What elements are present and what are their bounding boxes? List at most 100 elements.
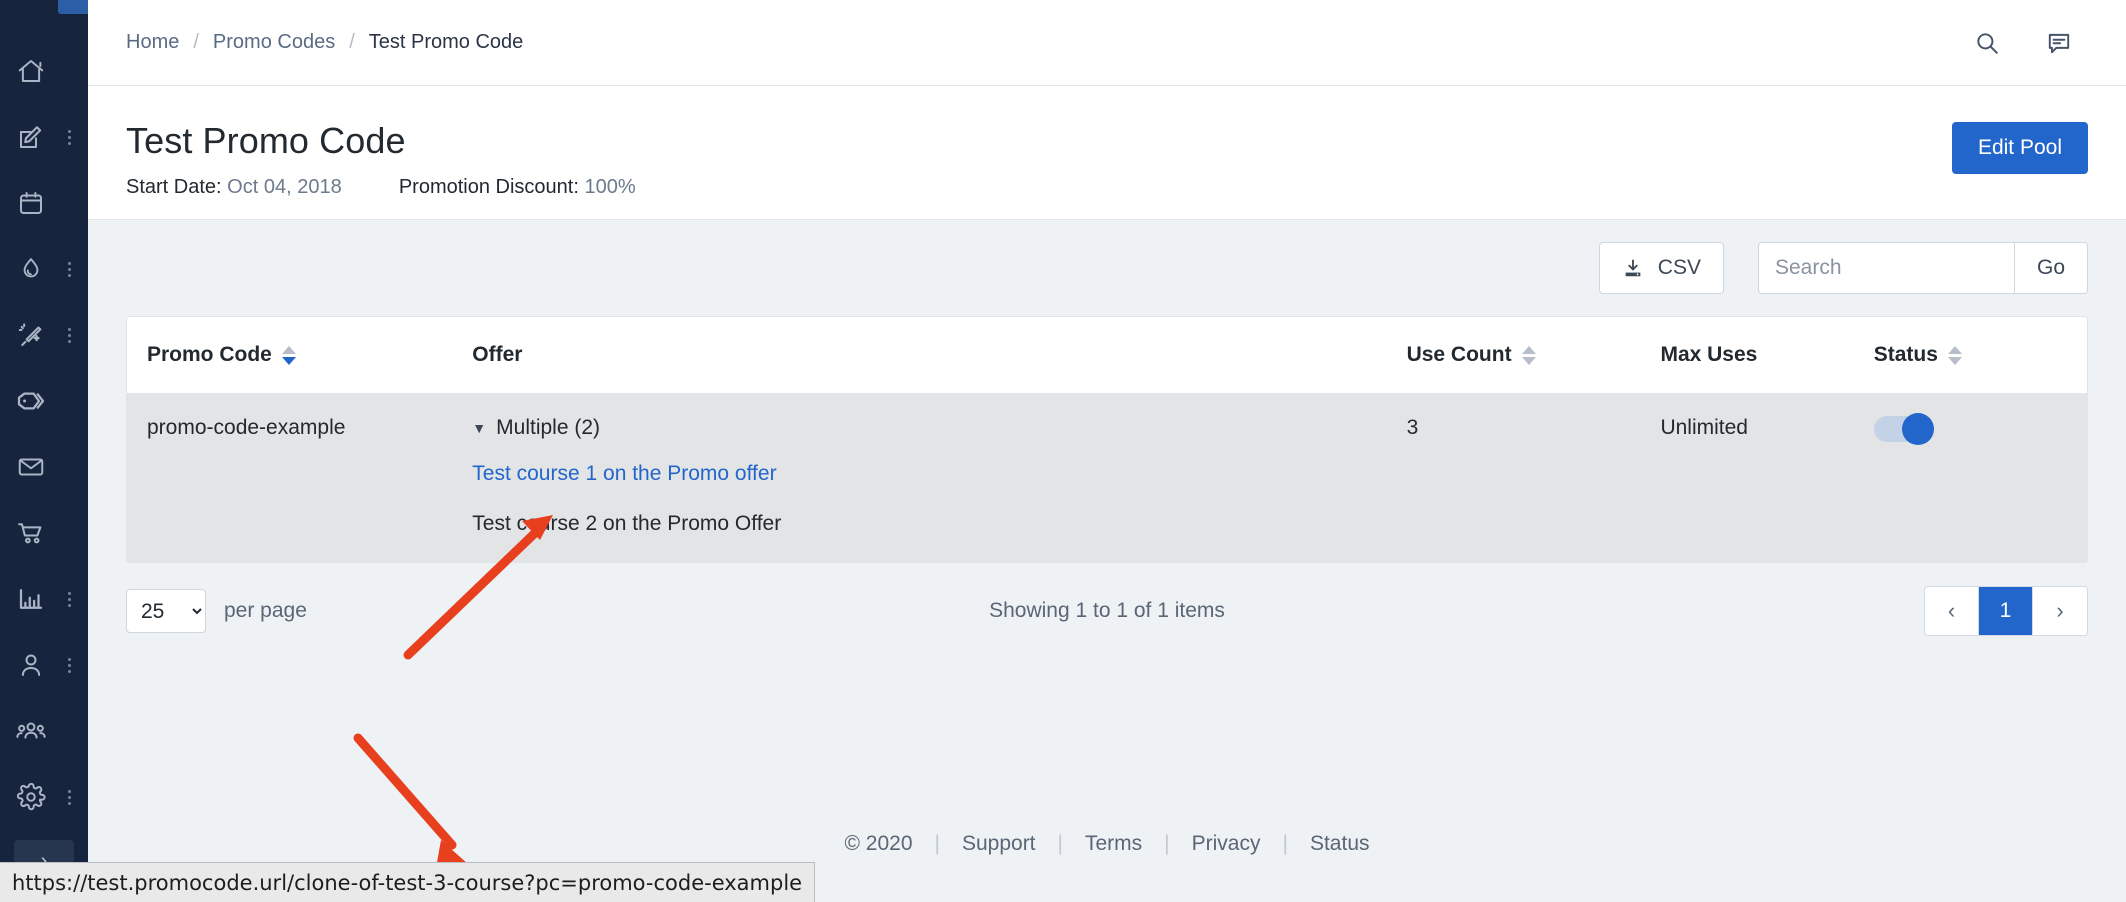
cell-promo-code: promo-code-example <box>127 393 473 562</box>
discount-value: 100% <box>584 176 636 198</box>
user-icon <box>14 648 48 682</box>
page-title: Test Promo Code <box>126 120 406 161</box>
search-icon[interactable] <box>1974 30 2000 56</box>
table-body: promo-code-example ▼ Multiple (2) Test c… <box>127 393 2087 562</box>
droplet-icon <box>14 252 48 286</box>
column-header-status[interactable]: Status <box>1873 317 2087 394</box>
start-date-value: Oct 04, 2018 <box>227 176 342 198</box>
sidebar-item-authoring[interactable] <box>0 104 88 170</box>
sort-icon[interactable] <box>1521 345 1536 365</box>
column-header-promo-code[interactable]: Promo Code <box>127 317 473 394</box>
csv-export-button[interactable]: CSV <box>1598 242 1724 294</box>
edit-pool-button[interactable]: Edit Pool <box>1951 122 2088 174</box>
column-header-max-uses: Max Uses <box>1660 317 1874 394</box>
cell-offer: ▼ Multiple (2) Test course 1 on the Prom… <box>472 393 1407 562</box>
envelope-icon <box>14 450 48 484</box>
offer-link-1[interactable]: Test course 1 on the Promo offer <box>472 462 1406 486</box>
table-header-row: Promo Code Offer Use Count Max Uses Stat… <box>127 317 2087 394</box>
sidebar-item-menu-icon[interactable] <box>64 127 74 147</box>
page-header: Test Promo Code Start Date: Oct 04, 2018… <box>88 86 2126 220</box>
footer-link-status[interactable]: Status <box>1310 832 1370 856</box>
browser-status-bar-url: https://test.promocode.url/clone-of-test… <box>0 862 816 902</box>
offer-toggle[interactable]: ▼ Multiple (2) <box>472 416 1406 440</box>
per-page-select[interactable]: 25 <box>126 589 206 633</box>
footer-separator: | <box>1164 832 1170 855</box>
copyright-text: © 2020 <box>844 832 913 855</box>
magic-wand-icon <box>14 318 48 352</box>
sidebar-item-calendar[interactable] <box>0 170 88 236</box>
home-icon <box>14 54 48 88</box>
page-footer: © 2020 | Support | Terms | Privacy | Sta… <box>88 832 2126 856</box>
caret-down-icon: ▼ <box>472 420 487 436</box>
sidebar-item-menu-icon[interactable] <box>64 325 74 345</box>
footer-link-privacy[interactable]: Privacy <box>1192 832 1261 856</box>
sort-icon[interactable] <box>281 345 296 365</box>
column-label: Promo Code <box>147 343 272 366</box>
cart-icon <box>14 516 48 550</box>
footer-link-terms[interactable]: Terms <box>1085 832 1142 856</box>
search-group: Go <box>1757 242 2088 294</box>
table-row: promo-code-example ▼ Multiple (2) Test c… <box>127 393 2087 562</box>
search-input[interactable] <box>1757 242 2014 294</box>
sidebar-item-menu-icon[interactable] <box>64 787 74 807</box>
pager-page-1[interactable]: 1 <box>1979 587 2033 635</box>
calendar-icon <box>14 186 48 220</box>
cell-use-count: 3 <box>1406 393 1661 562</box>
comment-icon[interactable] <box>2046 30 2072 56</box>
bar-chart-icon <box>14 582 48 616</box>
main-content: Home / Promo Codes / Test Promo Code Tes… <box>88 0 2126 902</box>
breadcrumb: Home / Promo Codes / Test Promo Code <box>126 31 523 54</box>
offer-summary-label: Multiple (2) <box>496 416 601 439</box>
promo-codes-table-card: Promo Code Offer Use Count Max Uses Stat… <box>126 316 2088 563</box>
sidebar-item-users[interactable] <box>0 632 88 698</box>
breadcrumb-separator: / <box>193 31 199 53</box>
column-header-use-count[interactable]: Use Count <box>1406 317 1661 394</box>
sidebar-item-automation[interactable] <box>0 302 88 368</box>
sidebar-items <box>0 38 88 830</box>
page-meta: Start Date: Oct 04, 2018 Promotion Disco… <box>126 176 2126 199</box>
sidebar-item-messages[interactable] <box>0 434 88 500</box>
sidebar-item-settings[interactable] <box>0 764 88 830</box>
csv-export-label: CSV <box>1657 256 1701 279</box>
sidebar-item-home[interactable] <box>0 38 88 104</box>
top-bar-actions <box>1974 30 2072 56</box>
search-go-button[interactable]: Go <box>2013 242 2088 294</box>
app-root: › Home / Promo Codes / Test Promo Code T… <box>0 0 2126 902</box>
sidebar-item-menu-icon[interactable] <box>64 259 74 279</box>
sidebar-item-menu-icon[interactable] <box>64 655 74 675</box>
table-head: Promo Code Offer Use Count Max Uses Stat… <box>127 317 2087 394</box>
pager-prev-button[interactable]: ‹ <box>1925 587 1979 635</box>
toolbar-actions: CSV Go <box>1598 242 2088 294</box>
sidebar-item-theming[interactable] <box>0 236 88 302</box>
per-page-label: per page <box>224 599 307 622</box>
people-icon <box>14 714 48 748</box>
top-bar: Home / Promo Codes / Test Promo Code <box>88 0 2126 86</box>
sidebar: › <box>0 0 116 902</box>
footer-link-support[interactable]: Support <box>962 832 1036 856</box>
sidebar-item-reports[interactable] <box>0 566 88 632</box>
sidebar-item-promo-codes[interactable] <box>0 368 88 434</box>
promo-codes-table: Promo Code Offer Use Count Max Uses Stat… <box>127 317 2087 562</box>
breadcrumb-item-promo-codes[interactable]: Promo Codes <box>213 31 335 54</box>
breadcrumb-item-current: Test Promo Code <box>368 31 524 53</box>
column-label: Use Count <box>1406 343 1512 366</box>
sidebar-item-menu-icon[interactable] <box>64 589 74 609</box>
pagination-bar: 25 per page Showing 1 to 1 of 1 items ‹ … <box>126 563 2088 659</box>
edit-square-icon <box>14 120 48 154</box>
breadcrumb-item-home[interactable]: Home <box>126 31 179 54</box>
pager-next-button[interactable]: › <box>2033 587 2087 635</box>
column-label: Status <box>1873 343 1938 366</box>
footer-separator: | <box>1057 832 1063 855</box>
sidebar-item-commerce[interactable] <box>0 500 88 566</box>
sidebar-item-groups[interactable] <box>0 698 88 764</box>
download-icon <box>1622 257 1644 279</box>
cell-status <box>1873 393 2087 562</box>
cell-max-uses: Unlimited <box>1660 393 1874 562</box>
discount-label: Promotion Discount: <box>398 176 579 198</box>
column-label: Max Uses <box>1660 343 1758 366</box>
pager: ‹ 1 › <box>1924 586 2088 636</box>
sort-icon[interactable] <box>1947 345 1962 365</box>
status-toggle[interactable] <box>1873 413 1934 445</box>
table-toolbar: CSV Go <box>88 220 2126 316</box>
showing-items-text: Showing 1 to 1 of 1 items <box>989 599 1225 622</box>
